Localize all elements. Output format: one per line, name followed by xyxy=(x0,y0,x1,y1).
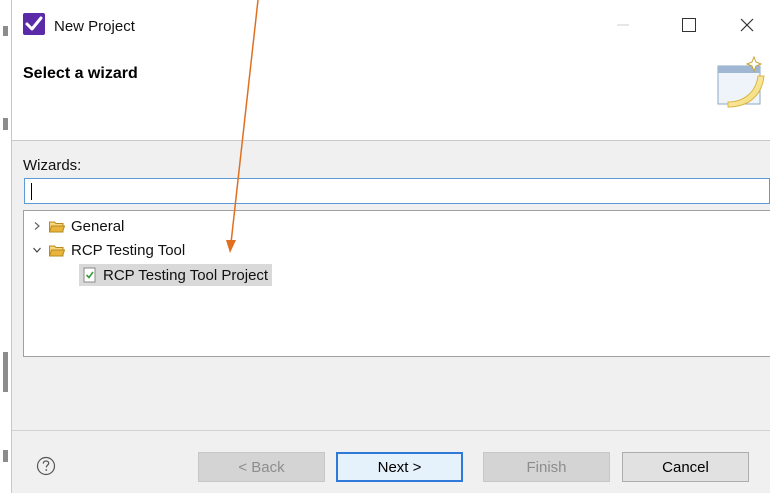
background-window-edge xyxy=(0,0,12,493)
tree-item-general[interactable]: General xyxy=(29,215,124,237)
wizard-header: Select a wizard xyxy=(12,40,770,141)
project-icon xyxy=(83,267,96,283)
chevron-right-icon[interactable] xyxy=(29,218,45,234)
tree-item-rcp-testing-tool[interactable]: RCP Testing Tool xyxy=(29,239,185,261)
minimize-button[interactable] xyxy=(608,12,638,38)
tree-item-label: General xyxy=(71,217,125,235)
background-mark xyxy=(3,26,8,36)
page-title: Select a wizard xyxy=(23,65,138,82)
background-mark xyxy=(3,450,8,462)
title-bar[interactable]: New Project xyxy=(12,0,770,40)
wizards-label: Wizards: xyxy=(23,157,82,174)
maximize-button[interactable] xyxy=(674,12,704,38)
back-button[interactable]: < Back xyxy=(198,452,325,482)
maximize-icon xyxy=(682,18,696,32)
window-title: New Project xyxy=(54,18,135,35)
new-project-wizard-icon xyxy=(717,55,765,108)
wizard-tree[interactable]: General RCP Testing Tool RCP Testing Too… xyxy=(23,210,770,357)
wizard-filter-input[interactable] xyxy=(24,178,770,204)
help-icon xyxy=(36,456,56,476)
background-mark xyxy=(3,352,8,392)
next-button[interactable]: Next > xyxy=(336,452,463,482)
tree-item-label: RCP Testing Tool Project xyxy=(103,266,269,284)
background-mark xyxy=(3,118,8,130)
close-icon xyxy=(740,18,754,32)
text-cursor xyxy=(31,183,32,200)
chevron-down-icon[interactable] xyxy=(29,242,45,258)
minimize-icon xyxy=(617,24,629,26)
app-logo-icon xyxy=(23,13,45,35)
cancel-button[interactable]: Cancel xyxy=(622,452,749,482)
tree-item-rcp-testing-tool-project[interactable]: RCP Testing Tool Project xyxy=(79,264,273,286)
folder-icon xyxy=(49,219,67,233)
finish-button[interactable]: Finish xyxy=(483,452,610,482)
help-button[interactable] xyxy=(36,456,56,476)
new-project-dialog: New Project Select a wizard Wizards: Gen… xyxy=(12,0,770,493)
footer-separator xyxy=(12,430,770,431)
close-button[interactable] xyxy=(732,12,762,38)
folder-icon xyxy=(49,243,67,257)
tree-item-label: RCP Testing Tool xyxy=(71,241,186,259)
